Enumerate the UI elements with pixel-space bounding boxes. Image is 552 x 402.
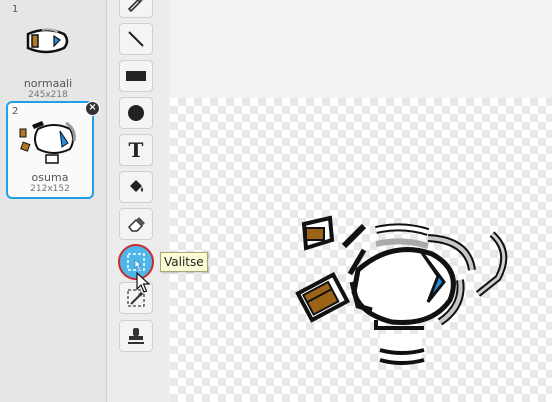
costume-drawing: [295, 215, 508, 365]
paint-bucket-icon: [130, 180, 143, 192]
select-icon: [127, 253, 145, 271]
costume-item-osuma[interactable]: 2 × osuma 212x152: [6, 101, 100, 199]
fill-tool[interactable]: [119, 171, 153, 203]
eraser-icon: [128, 217, 145, 232]
costume-list: 1 normaali 245x218 2 × osuma 212x152: [0, 0, 107, 402]
canvas-header-area: [170, 0, 552, 98]
stamp-tool[interactable]: [119, 320, 153, 352]
costume-number: 1: [12, 4, 19, 15]
text-tool[interactable]: T: [119, 134, 153, 166]
line-tool[interactable]: [119, 23, 153, 55]
brush-tool[interactable]: [119, 0, 153, 18]
line-icon: [128, 31, 144, 47]
costume-thumbnail: [26, 28, 69, 54]
costume-item-normaali[interactable]: 1 normaali 245x218: [6, 4, 90, 100]
costume-size: 212x152: [30, 184, 70, 194]
costume-thumbnail: [19, 121, 76, 164]
delete-costume-icon[interactable]: ×: [85, 101, 100, 116]
costume-name: osuma: [31, 171, 69, 184]
costume-name: normaali: [23, 77, 73, 90]
text-icon: T: [128, 138, 144, 162]
paint-toolbar: T: [107, 0, 169, 402]
rectangle-tool[interactable]: [119, 60, 153, 92]
brush-icon: [127, 0, 143, 12]
costume-size: 245x218: [28, 90, 68, 100]
eraser-tool[interactable]: [119, 208, 153, 240]
mouse-cursor-icon: [136, 272, 150, 293]
stamp-icon: [128, 328, 144, 344]
rectangle-icon: [126, 71, 146, 81]
ellipse-tool[interactable]: [119, 97, 153, 129]
ellipse-icon: [128, 105, 144, 121]
tool-tooltip: Valitse: [160, 252, 208, 272]
